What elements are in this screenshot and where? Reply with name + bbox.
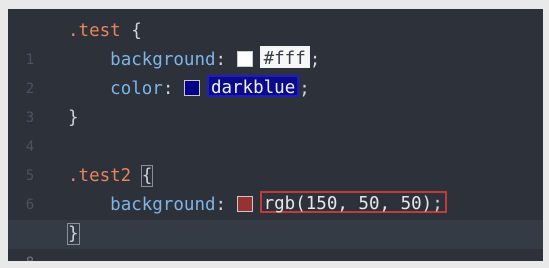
code-line-5[interactable]: 5 (8, 133, 543, 184)
color-swatch-icon[interactable] (183, 80, 200, 96)
css-value: darkblue (210, 78, 296, 98)
color-value-highlight[interactable]: rgb(150, 50, 50); (259, 191, 447, 214)
color-value-highlight[interactable]: #fff (259, 46, 310, 69)
code-line-7[interactable]: 7 background: rgb(150, 50, 50); (8, 191, 543, 242)
open-brace: { (131, 21, 142, 41)
css-property: background (110, 50, 216, 70)
code-line-2[interactable]: 2 background: #fff; (8, 46, 543, 97)
code-line-8[interactable]: 8 } (8, 220, 543, 261)
css-value: rgb(150, 50, 50) (263, 194, 433, 214)
color-swatch-icon[interactable] (236, 196, 253, 212)
semicolon: ; (299, 79, 310, 99)
colon: : (215, 50, 227, 70)
css-property: background (110, 195, 216, 215)
color-swatch-icon[interactable] (236, 51, 253, 67)
css-selector: .test (68, 21, 121, 41)
colon: : (215, 195, 227, 215)
semicolon: ; (309, 50, 321, 70)
code-line-1[interactable]: 1 .test { (8, 17, 543, 68)
css-value: #fff (263, 49, 306, 69)
color-value-highlight[interactable]: darkblue (206, 75, 300, 98)
line-number: 8 (8, 249, 52, 261)
code-editor[interactable]: 1 .test { 2 background: #fff; 3 color: d… (8, 9, 543, 261)
semicolon: ; (432, 194, 443, 214)
code-line-3[interactable]: 3 color: darkblue; (8, 75, 543, 126)
colon: : (162, 79, 174, 99)
css-property: color (110, 79, 163, 99)
close-brace: } (67, 223, 80, 245)
css-selector: .test2 (68, 166, 132, 186)
code-line-4[interactable]: 4 } (8, 104, 543, 155)
code-line-6[interactable]: 6 .test2 { (8, 162, 543, 213)
close-brace: } (68, 108, 79, 128)
open-brace: { (140, 165, 154, 187)
